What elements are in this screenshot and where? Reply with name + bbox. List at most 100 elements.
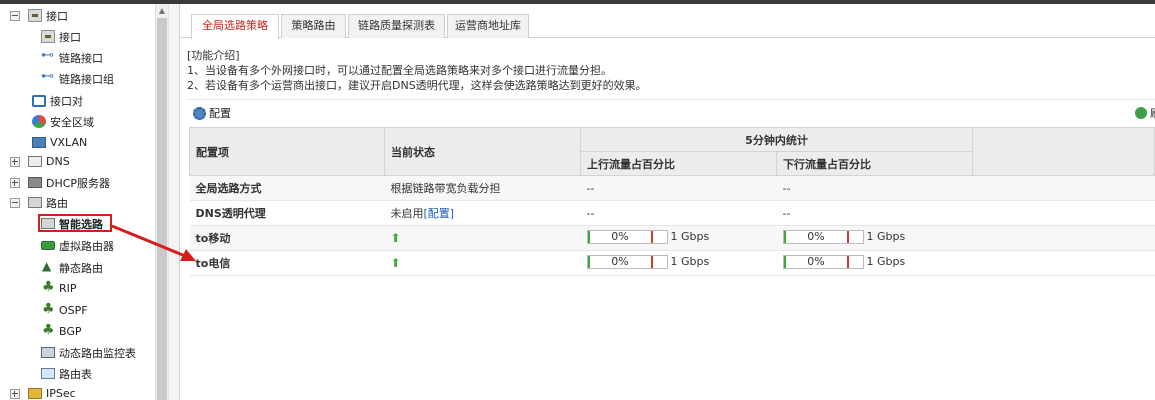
dns-icon	[28, 156, 42, 167]
smart-routing-icon	[41, 218, 55, 229]
intro-title: [功能介绍]	[187, 49, 240, 62]
expand-icon[interactable]	[10, 388, 20, 399]
sidebar-item-label: 虚拟路由器	[59, 239, 114, 253]
sidebar-item-dns[interactable]: DNS	[10, 151, 70, 172]
usage-percent: 0%	[611, 229, 629, 243]
row-down: --	[776, 175, 973, 201]
main-panel: 全局选路策略 策略路由 链路质量探测表 运营商地址库 [功能介绍] 1、当设备有…	[181, 4, 1155, 400]
sidebar-item-interface-group[interactable]: 接口	[10, 5, 68, 26]
upstream-usage-meter: 0% 1 Gbps	[586, 254, 710, 269]
row-down: 0% 1 Gbps	[776, 250, 973, 276]
virtual-router-icon	[41, 241, 55, 250]
row-item-link[interactable]: to移动	[189, 225, 385, 251]
tab-policy-routing[interactable]: 策略路由	[281, 14, 346, 38]
rip-icon	[41, 279, 55, 295]
downstream-usage-meter: 0% 1 Gbps	[782, 254, 905, 269]
usage-percent: 0%	[807, 254, 825, 268]
row-item: 全局选路方式	[189, 175, 385, 201]
row-item-link[interactable]: to电信	[189, 250, 385, 276]
collapse-icon[interactable]	[10, 10, 20, 21]
sidebar-item-rip[interactable]: RIP	[41, 278, 77, 299]
link-node-icon	[41, 48, 55, 64]
sidebar-item-label: 路由	[46, 196, 68, 210]
downstream-usage-meter: 0% 1 Gbps	[782, 229, 906, 244]
refresh-icon	[1135, 107, 1147, 119]
server-icon	[28, 177, 42, 188]
sidebar-item-label: DHCP服务器	[46, 176, 111, 190]
security-zone-icon	[32, 115, 46, 128]
route-folder-icon	[28, 197, 42, 208]
row-down: --	[776, 200, 973, 226]
sidebar-item-label: BGP	[59, 325, 82, 338]
table-row: to电信 ⬆ 0% 1 Gbps 0% 1 Gbps	[189, 250, 1155, 276]
sidebar-tree: 接口 接口 链路接口 链路接口组 接口对 安全区域 VXLAN DNS DHCP…	[0, 4, 154, 400]
sidebar-item-label: DNS	[46, 155, 70, 168]
expand-icon[interactable]	[10, 156, 20, 167]
sidebar-item-label: 接口	[46, 9, 68, 23]
sidebar-item-label: OSPF	[59, 304, 88, 317]
tab-bar: 全局选路策略 策略路由 链路质量探测表 运营商地址库	[181, 14, 1155, 39]
bgp-icon	[41, 322, 55, 338]
folder-icon	[28, 9, 42, 22]
up-arrow-icon: ⬆	[390, 231, 401, 245]
bandwidth-capacity: 1 Gbps	[670, 255, 710, 268]
sidebar-item-virtual-router[interactable]: 虚拟路由器	[41, 235, 114, 256]
config-label: 配置	[209, 107, 231, 120]
static-route-icon	[41, 259, 55, 274]
sidebar-item-ipsec[interactable]: IPSec	[10, 383, 76, 400]
routing-status-table: 配置项 当前状态 5分钟内统计 上行流量占百分比 下行流量占百分比 全局选路方式…	[189, 127, 1155, 276]
sidebar-item-label: 链路接口	[59, 51, 103, 65]
sidebar-item-label: 路由表	[59, 367, 92, 381]
sidebar-item-security-zone[interactable]: 安全区域	[32, 111, 94, 132]
panel-splitter[interactable]	[168, 4, 180, 400]
route-table-icon	[41, 368, 55, 379]
scroll-thumb[interactable]	[157, 18, 167, 400]
sidebar-item-bgp[interactable]: BGP	[41, 321, 82, 342]
sidebar-item-dhcp-server[interactable]: DHCP服务器	[10, 172, 110, 193]
tab-global-routing-policy[interactable]: 全局选路策略	[191, 14, 279, 39]
configure-link[interactable]: [配置]	[424, 207, 455, 220]
sidebar-item-label: 静态路由	[59, 261, 103, 275]
sidebar-item-route-monitor[interactable]: 动态路由监控表	[41, 342, 136, 363]
expand-icon[interactable]	[10, 177, 20, 188]
sidebar-item-label: IPSec	[46, 387, 76, 400]
ospf-icon	[41, 301, 55, 317]
row-up: 0% 1 Gbps	[580, 225, 777, 251]
row-up: --	[580, 175, 777, 201]
column-header-stats: 5分钟内统计	[580, 127, 973, 152]
sidebar-item-interface-pair[interactable]: 接口对	[32, 90, 83, 111]
row-up: --	[580, 200, 777, 226]
sidebar-scrollbar[interactable]: ▲	[155, 4, 168, 400]
table-row: DNS透明代理 未启用[配置] -- --	[189, 200, 1155, 226]
sidebar-item-route-table[interactable]: 路由表	[41, 363, 92, 384]
sidebar-item-ospf[interactable]: OSPF	[41, 300, 88, 321]
table-row: 全局选路方式 根据链路带宽负载分担 -- --	[189, 175, 1155, 201]
refresh-button[interactable]: 刷	[1135, 105, 1155, 121]
sidebar-item-interface[interactable]: 接口	[41, 26, 81, 47]
sidebar-item-static-route[interactable]: 静态路由	[41, 257, 103, 278]
bandwidth-capacity: 1 Gbps	[866, 230, 906, 243]
vxlan-icon	[32, 137, 46, 148]
status-text: 未启用	[390, 207, 424, 220]
tab-link-quality-probe[interactable]: 链路质量探测表	[348, 14, 445, 38]
row-status: ⬆	[384, 225, 581, 251]
row-status: 未启用[配置]	[384, 200, 581, 226]
sidebar-item-label: 链路接口组	[59, 72, 114, 86]
collapse-icon[interactable]	[10, 197, 20, 208]
sidebar-item-vxlan[interactable]: VXLAN	[32, 132, 87, 153]
sidebar-item-smart-routing[interactable]: 智能选路	[38, 214, 112, 232]
sidebar-item-link-interface[interactable]: 链路接口	[41, 47, 103, 68]
sidebar-item-label: 安全区域	[50, 115, 94, 129]
interface-pair-icon	[32, 94, 46, 107]
scroll-up-icon[interactable]: ▲	[156, 6, 168, 16]
sidebar-item-routing[interactable]: 路由	[10, 192, 68, 213]
sidebar-item-label: 接口对	[50, 94, 83, 108]
sidebar-item-link-interface-group[interactable]: 链路接口组	[41, 68, 114, 89]
column-header-item: 配置项	[189, 127, 385, 176]
intro-line: 2、若设备有多个运营商出接口，建议开启DNS透明代理，这样会使选路策略达到更好的…	[187, 79, 647, 92]
tab-isp-address-library[interactable]: 运营商地址库	[447, 14, 529, 38]
sidebar-item-label: 接口	[59, 30, 81, 44]
gear-icon	[193, 106, 206, 120]
column-header-status: 当前状态	[384, 127, 581, 176]
config-button[interactable]: 配置	[193, 105, 231, 121]
